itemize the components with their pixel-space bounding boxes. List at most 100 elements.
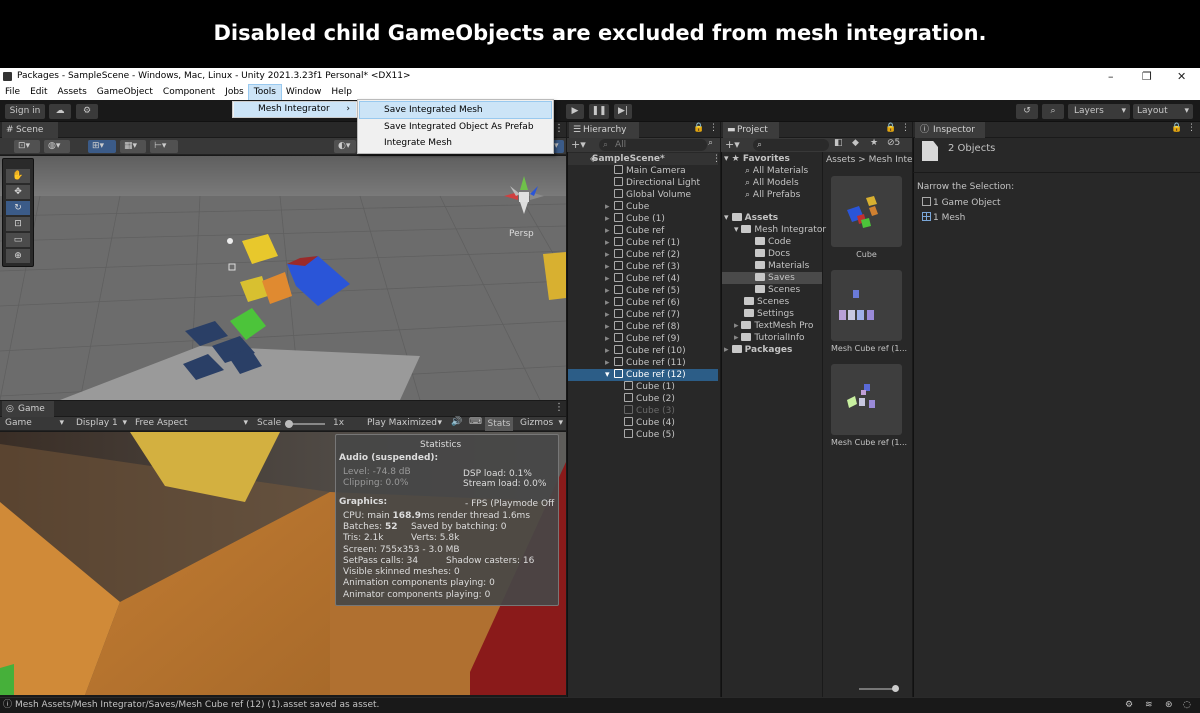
hidden-count-icon[interactable]: ⊘5 bbox=[887, 138, 900, 148]
favorites-header[interactable]: ▾ ★ Favorites bbox=[724, 153, 790, 165]
hierarchy-item[interactable]: ▸ Cube ref (11) bbox=[568, 357, 718, 369]
grid-snap-dropdown[interactable]: ▦▾ bbox=[120, 140, 146, 153]
maximize-icon[interactable]: ❐ bbox=[1142, 68, 1152, 85]
expand-arrow-icon[interactable]: ▸ bbox=[605, 345, 610, 357]
menu-gameobject[interactable]: GameObject bbox=[92, 85, 158, 100]
menu-window[interactable]: Window bbox=[281, 85, 327, 100]
menu-item-save-integrated-mesh[interactable]: Save Integrated Mesh bbox=[359, 101, 552, 119]
tab-hierarchy[interactable]: ☰ Hierarchy bbox=[569, 122, 639, 138]
selection-game-object[interactable]: 1 Game Object bbox=[922, 197, 1001, 209]
asset-thumbnail[interactable] bbox=[831, 270, 902, 341]
menu-item-integrate-mesh[interactable]: Integrate Mesh bbox=[360, 135, 551, 151]
play-button[interactable]: ▶ bbox=[566, 104, 584, 119]
expand-arrow-icon[interactable]: ▸ bbox=[605, 321, 610, 333]
assets-folder[interactable]: ▾ Assets bbox=[724, 212, 778, 224]
folder-item[interactable]: Scenes bbox=[755, 284, 800, 296]
stats-button[interactable]: Stats bbox=[485, 417, 513, 431]
search-icon[interactable]: ⌕ bbox=[1042, 104, 1064, 119]
expand-arrow-icon[interactable]: ▸ bbox=[605, 285, 610, 297]
tab-game[interactable]: ◎ Game bbox=[2, 401, 54, 417]
debug-icon[interactable]: ⚙ bbox=[1125, 698, 1133, 713]
pivot-dropdown[interactable]: ⊞▾ bbox=[88, 140, 116, 153]
move-tool-icon[interactable]: ✥ bbox=[6, 185, 30, 199]
gizmos-dropdown[interactable]: Gizmos ▾ bbox=[516, 417, 566, 430]
menu-file[interactable]: File bbox=[0, 85, 25, 100]
favorite-item[interactable]: ⌕ All Models bbox=[745, 177, 799, 189]
pause-button[interactable]: ❚❚ bbox=[589, 104, 609, 119]
hierarchy-item[interactable]: ▸ Cube ref bbox=[568, 225, 718, 237]
draw-mode-dropdown[interactable]: ⊡▾ bbox=[14, 140, 40, 153]
menu-item-save-as-prefab[interactable]: Save Integrated Object As Prefab bbox=[360, 119, 551, 135]
scale-slider-thumb[interactable] bbox=[285, 420, 293, 428]
label-filter-icon[interactable]: ◆ bbox=[852, 138, 859, 148]
hierarchy-search-input[interactable]: ⌕ All bbox=[599, 139, 707, 151]
hand-tool-icon[interactable]: ✋ bbox=[6, 169, 30, 183]
menu-jobs[interactable]: Jobs bbox=[220, 85, 249, 100]
expand-arrow-icon[interactable]: ▸ bbox=[605, 309, 610, 321]
stack-icon[interactable]: ≋ bbox=[1145, 698, 1153, 713]
hierarchy-child-item-disabled[interactable]: Cube (3) bbox=[568, 405, 718, 417]
hierarchy-item[interactable]: ▸ Cube ref (7) bbox=[568, 309, 718, 321]
project-search-input[interactable]: ⌕ bbox=[753, 139, 829, 151]
display-dropdown[interactable]: Display 1 ▾ bbox=[72, 417, 130, 430]
expand-arrow-icon[interactable]: ▸ bbox=[605, 213, 610, 225]
network-icon[interactable]: ⊛ bbox=[1165, 698, 1173, 713]
breadcrumb-root[interactable]: Assets bbox=[826, 155, 855, 165]
rotate-tool-icon[interactable]: ↻ bbox=[6, 201, 30, 215]
asset-thumbnail[interactable] bbox=[831, 176, 902, 247]
selection-mesh[interactable]: 1 Mesh bbox=[922, 212, 965, 224]
add-icon[interactable]: +▾ bbox=[725, 138, 740, 151]
transform-tool-icon[interactable]: ⊕ bbox=[6, 249, 30, 263]
thumbnail-size-slider[interactable] bbox=[859, 685, 899, 692]
keyboard-icon[interactable]: ⌨ bbox=[469, 417, 482, 427]
expand-arrow-icon[interactable]: ▸ bbox=[605, 225, 610, 237]
step-button[interactable]: ▶| bbox=[614, 104, 632, 119]
hierarchy-child-item[interactable]: Cube (5) bbox=[568, 429, 718, 441]
scene-viewport[interactable]: Persp bbox=[0, 156, 566, 400]
hierarchy-child-item[interactable]: Cube (4) bbox=[568, 417, 718, 429]
type-filter-icon[interactable]: ◧ bbox=[834, 138, 843, 148]
hierarchy-item[interactable]: Directional Light bbox=[568, 177, 718, 189]
favorite-item[interactable]: ⌕ All Materials bbox=[745, 165, 808, 177]
expand-arrow-icon[interactable]: ▸ bbox=[605, 201, 610, 213]
folder-item[interactable]: Docs bbox=[755, 248, 790, 260]
tab-project[interactable]: ▬ Project bbox=[723, 122, 779, 138]
collab-icon[interactable]: ⚙ bbox=[76, 104, 98, 119]
menu-help[interactable]: Help bbox=[326, 85, 357, 100]
favorite-item[interactable]: ⌕ All Prefabs bbox=[745, 189, 800, 201]
lock-icon[interactable]: 🔒 bbox=[693, 123, 704, 133]
more-icon[interactable]: ⋮ bbox=[712, 153, 721, 165]
lock-icon[interactable]: 🔒 bbox=[1171, 123, 1182, 133]
menu-edit[interactable]: Edit bbox=[25, 85, 52, 100]
snap-dropdown[interactable]: ⊢▾ bbox=[150, 140, 178, 153]
expand-arrow-icon[interactable]: ▸ bbox=[605, 261, 610, 273]
hierarchy-item[interactable]: ▸ Cube ref (5) bbox=[568, 285, 718, 297]
menu-component[interactable]: Component bbox=[158, 85, 220, 100]
hierarchy-item-selected[interactable]: ▾ Cube ref (12) bbox=[568, 369, 718, 381]
hierarchy-item[interactable]: ▸ Cube ref (10) bbox=[568, 345, 718, 357]
cloud-icon[interactable]: ☁ bbox=[49, 104, 71, 119]
aspect-dropdown[interactable]: Free Aspect ▾ bbox=[131, 417, 251, 430]
slider-thumb[interactable] bbox=[892, 685, 899, 692]
expand-arrow-icon[interactable]: ▸ bbox=[605, 249, 610, 261]
rect-tool-icon[interactable]: ▭ bbox=[6, 233, 30, 247]
breadcrumb-child[interactable]: Mesh Integ bbox=[869, 155, 912, 165]
hierarchy-item[interactable]: Main Camera bbox=[568, 165, 718, 177]
hierarchy-child-item[interactable]: Cube (2) bbox=[568, 393, 718, 405]
scene-row[interactable]: SampleScene* ◈ ⋮ bbox=[568, 153, 721, 165]
play-maximized-dropdown[interactable]: Play Maximized ▾ bbox=[363, 417, 445, 430]
hierarchy-item[interactable]: ▸ Cube bbox=[568, 201, 718, 213]
more-icon[interactable]: ⋮ bbox=[709, 123, 718, 133]
mesh-integrator-folder[interactable]: ▾ Mesh Integrator bbox=[734, 224, 826, 236]
asset-thumbnail[interactable] bbox=[831, 364, 902, 435]
hierarchy-item[interactable]: ▸ Cube ref (6) bbox=[568, 297, 718, 309]
sign-in-button[interactable]: Sign in bbox=[5, 104, 45, 119]
history-icon[interactable]: ↺ bbox=[1016, 104, 1038, 119]
minimize-icon[interactable]: – bbox=[1108, 68, 1114, 85]
more-icon[interactable]: ⋮ bbox=[1187, 123, 1196, 133]
hierarchy-item[interactable]: ▸ Cube ref (2) bbox=[568, 249, 718, 261]
folder-item[interactable]: Settings bbox=[744, 308, 794, 320]
add-icon[interactable]: +▾ bbox=[571, 138, 586, 151]
menu-item-mesh-integrator[interactable]: Mesh Integrator › bbox=[234, 102, 356, 117]
hierarchy-item[interactable]: ▸ Cube ref (4) bbox=[568, 273, 718, 285]
